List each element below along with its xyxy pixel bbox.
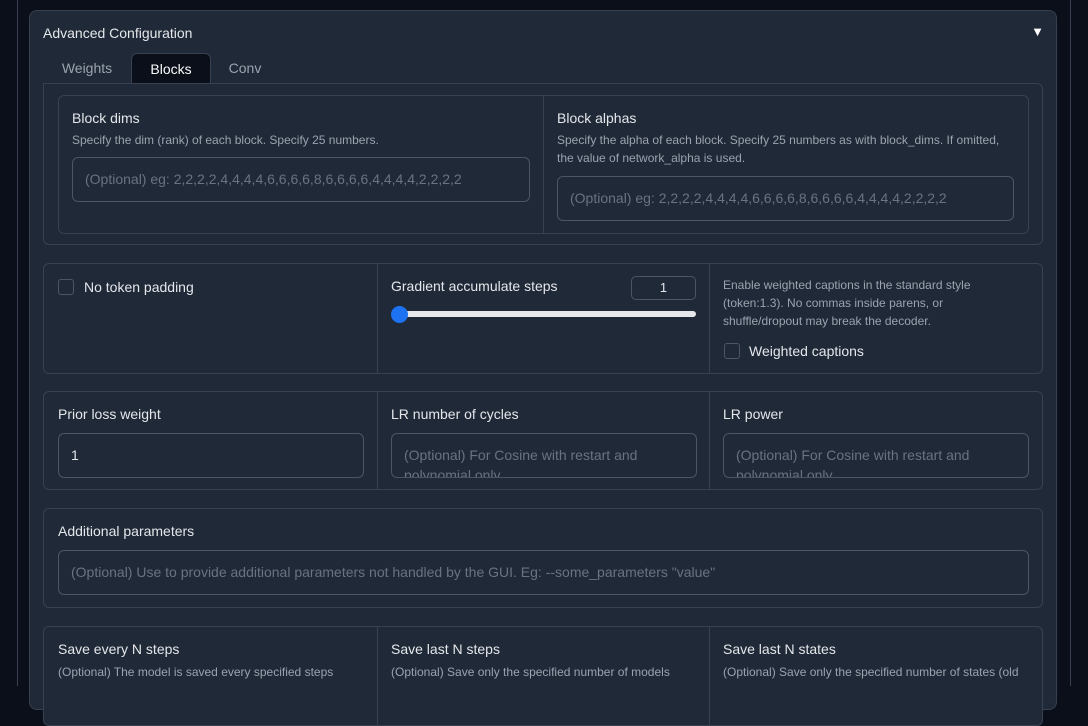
divider xyxy=(377,264,378,373)
loss-lr-row: Prior loss weight 1 LR number of cycles … xyxy=(43,391,1043,490)
accordion-title[interactable]: Advanced Configuration xyxy=(43,25,192,41)
save-every-n-steps-info: (Optional) The model is saved every spec… xyxy=(58,665,334,679)
additional-parameters-label: Additional parameters xyxy=(58,523,195,539)
divider xyxy=(377,392,378,489)
weighted-captions-checkbox[interactable] xyxy=(724,343,740,359)
tab-blocks[interactable]: Blocks xyxy=(131,53,211,84)
prior-loss-weight-input[interactable]: 1 xyxy=(58,433,364,478)
lr-number-of-cycles-input[interactable]: (Optional) For Cosine with restart and p… xyxy=(391,433,697,478)
save-last-n-steps-label: Save last N steps xyxy=(391,641,500,657)
additional-parameters-input[interactable]: (Optional) Use to provide additional par… xyxy=(58,550,1029,595)
save-last-n-steps-info: (Optional) Save only the specified numbe… xyxy=(391,665,670,679)
no-token-padding-label[interactable]: No token padding xyxy=(84,279,194,295)
lr-number-of-cycles-label: LR number of cycles xyxy=(391,406,519,422)
gradient-accumulate-steps-label: Gradient accumulate steps xyxy=(391,278,558,294)
divider xyxy=(543,96,544,233)
divider xyxy=(377,627,378,725)
block-dims-label: Block dims xyxy=(72,110,140,126)
weighted-captions-label[interactable]: Weighted captions xyxy=(749,343,864,359)
save-settings-row: Save every N steps (Optional) The model … xyxy=(43,626,1043,726)
advanced-configuration-accordion: Advanced Configuration ▼ Weights Blocks … xyxy=(29,10,1057,726)
additional-parameters-group: Additional parameters (Optional) Use to … xyxy=(43,508,1043,608)
no-token-padding-checkbox[interactable] xyxy=(58,279,74,295)
gradient-accumulate-steps-number[interactable]: 1 xyxy=(631,276,696,300)
block-dims-input[interactable]: (Optional) eg: 2,2,2,2,4,4,4,4,6,6,6,6,8… xyxy=(72,157,530,202)
divider xyxy=(709,392,710,489)
token-gradient-row: No token padding Gradient accumulate ste… xyxy=(43,263,1043,374)
save-last-n-states-label: Save last N states xyxy=(723,641,836,657)
block-dims-info: Specify the dim (rank) of each block. Sp… xyxy=(72,133,379,147)
block-alphas-label: Block alphas xyxy=(557,110,637,126)
lr-power-label: LR power xyxy=(723,406,783,422)
save-last-n-states-info: (Optional) Save only the specified numbe… xyxy=(723,665,1019,679)
lr-power-input[interactable]: (Optional) For Cosine with restart and p… xyxy=(723,433,1029,478)
tab-conv[interactable]: Conv xyxy=(215,53,275,84)
save-every-n-steps-label: Save every N steps xyxy=(58,641,180,657)
prior-loss-weight-label: Prior loss weight xyxy=(58,406,161,422)
weighted-captions-info: Enable weighted captions in the standard… xyxy=(723,278,971,328)
blocks-tab-panel: Block dims Specify the dim (rank) of eac… xyxy=(43,83,1043,245)
divider xyxy=(709,627,710,725)
block-alphas-input[interactable]: (Optional) eg: 2,2,2,2,4,4,4,4,6,6,6,6,8… xyxy=(557,176,1014,221)
tab-weights[interactable]: Weights xyxy=(47,53,127,84)
collapse-triangle-icon[interactable]: ▼ xyxy=(1031,24,1044,39)
block-alphas-info: Specify the alpha of each block. Specify… xyxy=(557,133,1000,165)
divider xyxy=(709,264,710,373)
slider-thumb[interactable] xyxy=(391,306,408,323)
block-settings-group: Block dims Specify the dim (rank) of eac… xyxy=(58,95,1029,234)
gradient-accumulate-steps-slider[interactable] xyxy=(399,311,696,317)
